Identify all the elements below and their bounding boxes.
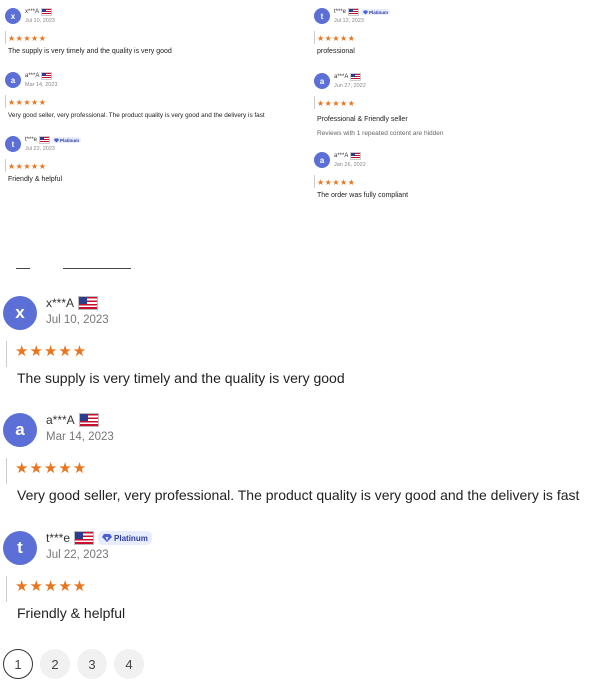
- review-text: The order was fully compliant: [317, 192, 409, 199]
- us-flag-icon: [348, 8, 360, 16]
- review-date: Jul 10, 2023: [46, 314, 109, 326]
- review-date: Jan 26, 2022: [334, 162, 366, 168]
- avatar: x: [3, 296, 37, 330]
- review-date: Jul 22, 2023: [25, 146, 55, 152]
- us-flag-icon: [350, 73, 362, 81]
- star-rating: ★★★★★: [317, 34, 356, 43]
- reviewer-name: t***e: [25, 137, 38, 143]
- divider: [5, 31, 6, 44]
- thumbnail-review: a a***A Jun 27, 2022 ★★★★★ Professional …: [314, 73, 594, 143]
- reviewer-name: x***A: [25, 9, 40, 15]
- diamond-icon: [54, 138, 60, 142]
- thumbnail-review: t t***e Platinum Jul 12, 2023 ★★★★★ profe…: [314, 8, 594, 68]
- divider: [6, 576, 7, 602]
- avatar: t: [314, 8, 330, 24]
- page-button-4[interactable]: 4: [114, 649, 144, 679]
- review-item: a a***A Mar 14, 2023 ★★★★★ Very good sel…: [0, 413, 600, 513]
- reviewer-name: a***A: [46, 413, 75, 427]
- star-rating: ★★★★★: [15, 343, 88, 360]
- divider: [6, 341, 7, 367]
- review-date: Jul 22, 2023: [46, 549, 109, 561]
- review-date: Mar 14, 2023: [25, 82, 58, 88]
- review-date: Mar 14, 2023: [46, 431, 114, 443]
- review-text: professional: [317, 48, 355, 55]
- star-rating: ★★★★★: [8, 34, 47, 43]
- platinum-badge: Platinum: [52, 137, 82, 143]
- platinum-badge: Platinum: [98, 531, 152, 545]
- reviewer-name: a***A: [334, 153, 349, 159]
- us-flag-icon: [41, 72, 53, 80]
- reviewer-name: t***e: [46, 531, 71, 545]
- reviewer-name: a***A: [25, 73, 40, 79]
- avatar: a: [314, 152, 330, 168]
- review-item: x x***A Jul 10, 2023 ★★★★★ The supply is…: [0, 296, 600, 396]
- us-flag-icon: [74, 531, 95, 545]
- us-flag-icon: [78, 413, 99, 427]
- review-date: Jun 27, 2022: [334, 83, 366, 89]
- review-date: Jul 12, 2023: [334, 18, 364, 24]
- pagination: 1 2 3 4: [3, 649, 144, 679]
- thumbnail-review: a a***A Jan 26, 2022 ★★★★★ The order was…: [314, 152, 594, 212]
- reviewer-name: x***A: [46, 296, 75, 310]
- tab-underline: [63, 268, 131, 269]
- avatar: a: [5, 72, 21, 88]
- tab-underline: [16, 268, 30, 269]
- star-rating: ★★★★★: [317, 178, 356, 187]
- avatar: t: [5, 136, 21, 152]
- review-text: Friendly & helpful: [8, 176, 63, 183]
- review-text: Very good seller, very professional. The…: [8, 112, 265, 119]
- review-text: Professional & Friendly seller: [317, 116, 408, 123]
- page-button-2[interactable]: 2: [40, 649, 70, 679]
- avatar: t: [3, 531, 37, 565]
- star-rating: ★★★★★: [317, 99, 356, 108]
- review-text: Friendly & helpful: [17, 605, 126, 621]
- avatar: a: [3, 413, 37, 447]
- platinum-badge: Platinum: [361, 9, 391, 15]
- review-text: The supply is very timely and the qualit…: [8, 48, 172, 55]
- divider: [5, 95, 6, 108]
- star-rating: ★★★★★: [15, 578, 88, 595]
- us-flag-icon: [78, 296, 99, 310]
- page-button-1[interactable]: 1: [3, 649, 33, 679]
- avatar: x: [5, 8, 21, 24]
- star-rating: ★★★★★: [15, 460, 88, 477]
- page-button-3[interactable]: 3: [77, 649, 107, 679]
- reviewer-name: t***e: [334, 9, 347, 15]
- diamond-icon: [102, 534, 113, 542]
- us-flag-icon: [39, 136, 51, 144]
- divider: [314, 31, 315, 44]
- review-text: Very good seller, very professional. The…: [17, 487, 580, 503]
- divider: [6, 458, 7, 484]
- star-rating: ★★★★★: [8, 98, 47, 107]
- hidden-reviews-note: Reviews with 1 repeated content are hidd…: [317, 130, 444, 137]
- avatar: a: [314, 73, 330, 89]
- review-date: Jul 10, 2023: [25, 18, 55, 24]
- reviewer-name: a***A: [334, 74, 349, 80]
- us-flag-icon: [41, 8, 53, 16]
- diamond-icon: [363, 10, 369, 14]
- thumbnail-review: t t***e Platinum Jul 22, 2023 ★★★★★ Frien…: [5, 136, 295, 196]
- divider: [314, 175, 315, 188]
- star-rating: ★★★★★: [8, 162, 47, 171]
- divider: [5, 159, 6, 172]
- review-item: t t***e Platinum Jul 22, 2023 ★★★★★ Frien…: [0, 531, 600, 631]
- divider: [314, 96, 315, 109]
- thumbnail-review: a a***A Mar 14, 2023 ★★★★★ Very good sel…: [5, 72, 305, 132]
- review-text: The supply is very timely and the qualit…: [17, 370, 345, 386]
- us-flag-icon: [350, 152, 362, 160]
- thumbnail-review: x x***A Jul 10, 2023 ★★★★★ The supply is…: [5, 8, 295, 68]
